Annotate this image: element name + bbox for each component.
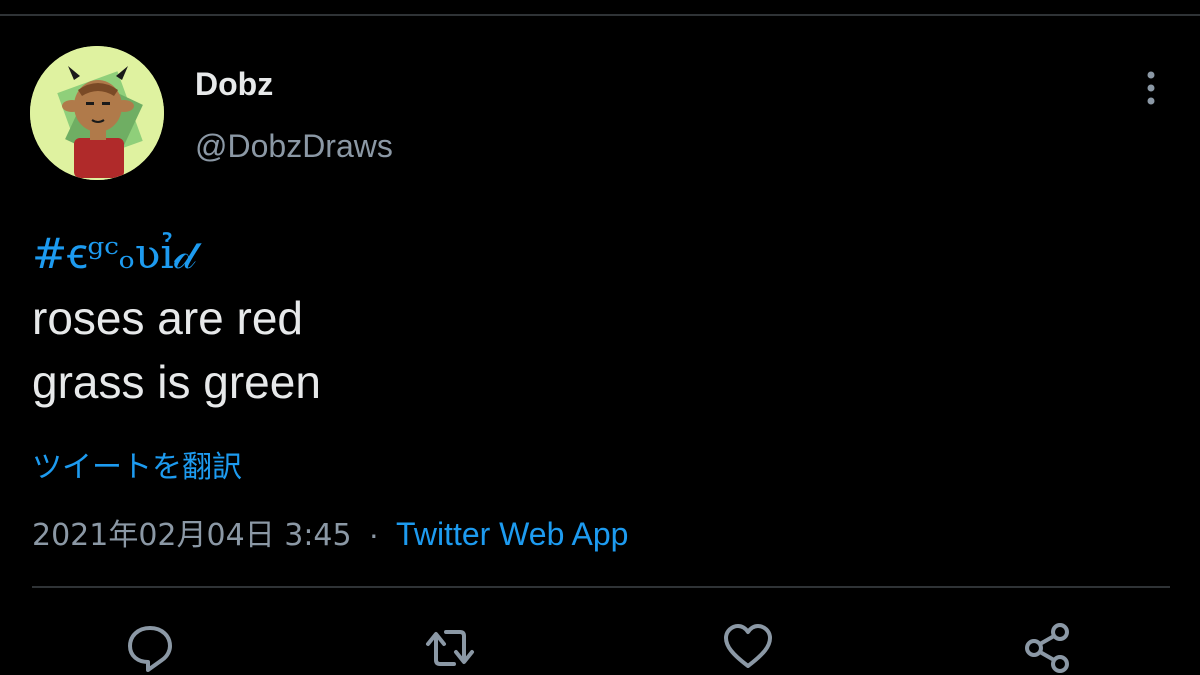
tweet-line-2: grass is green: [32, 356, 321, 408]
reply-icon: [128, 626, 172, 672]
action-bar-divider: [32, 586, 1170, 588]
top-divider: [0, 14, 1200, 16]
translate-tweet-link[interactable]: ツイートを翻訳: [32, 448, 242, 488]
tweet-timestamp[interactable]: 2021年02月04日 3:45: [32, 518, 352, 553]
avatar[interactable]: [30, 46, 164, 180]
tweet-detail-view: Dobz @DobzDraws #ꞓᵍᶜₒʋỉ𝒹 roses are red g…: [0, 0, 1200, 675]
like-button[interactable]: [722, 622, 774, 674]
author-handle[interactable]: @DobzDraws: [195, 126, 393, 166]
heart-icon: [724, 624, 772, 668]
retweet-button[interactable]: [424, 622, 476, 674]
reply-button[interactable]: [124, 622, 176, 674]
tweet-source-link[interactable]: Twitter Web App: [396, 516, 628, 552]
share-icon: [1025, 623, 1069, 673]
meta-separator: ·: [368, 516, 380, 552]
share-button[interactable]: [1022, 622, 1074, 674]
more-vertical-icon[interactable]: [1140, 70, 1162, 106]
tweet-metadata: 2021年02月04日 3:45 · Twitter Web App: [32, 512, 628, 558]
hashtag-link[interactable]: #ꞓᵍᶜₒʋỉ𝒹: [32, 222, 1162, 286]
tweet-line-1: roses are red: [32, 292, 304, 344]
tweet-text: #ꞓᵍᶜₒʋỉ𝒹 roses are red grass is green: [32, 222, 1162, 414]
avatar-illustration-icon: [30, 46, 164, 180]
author-display-name[interactable]: Dobz: [195, 64, 273, 104]
retweet-icon: [426, 630, 474, 666]
